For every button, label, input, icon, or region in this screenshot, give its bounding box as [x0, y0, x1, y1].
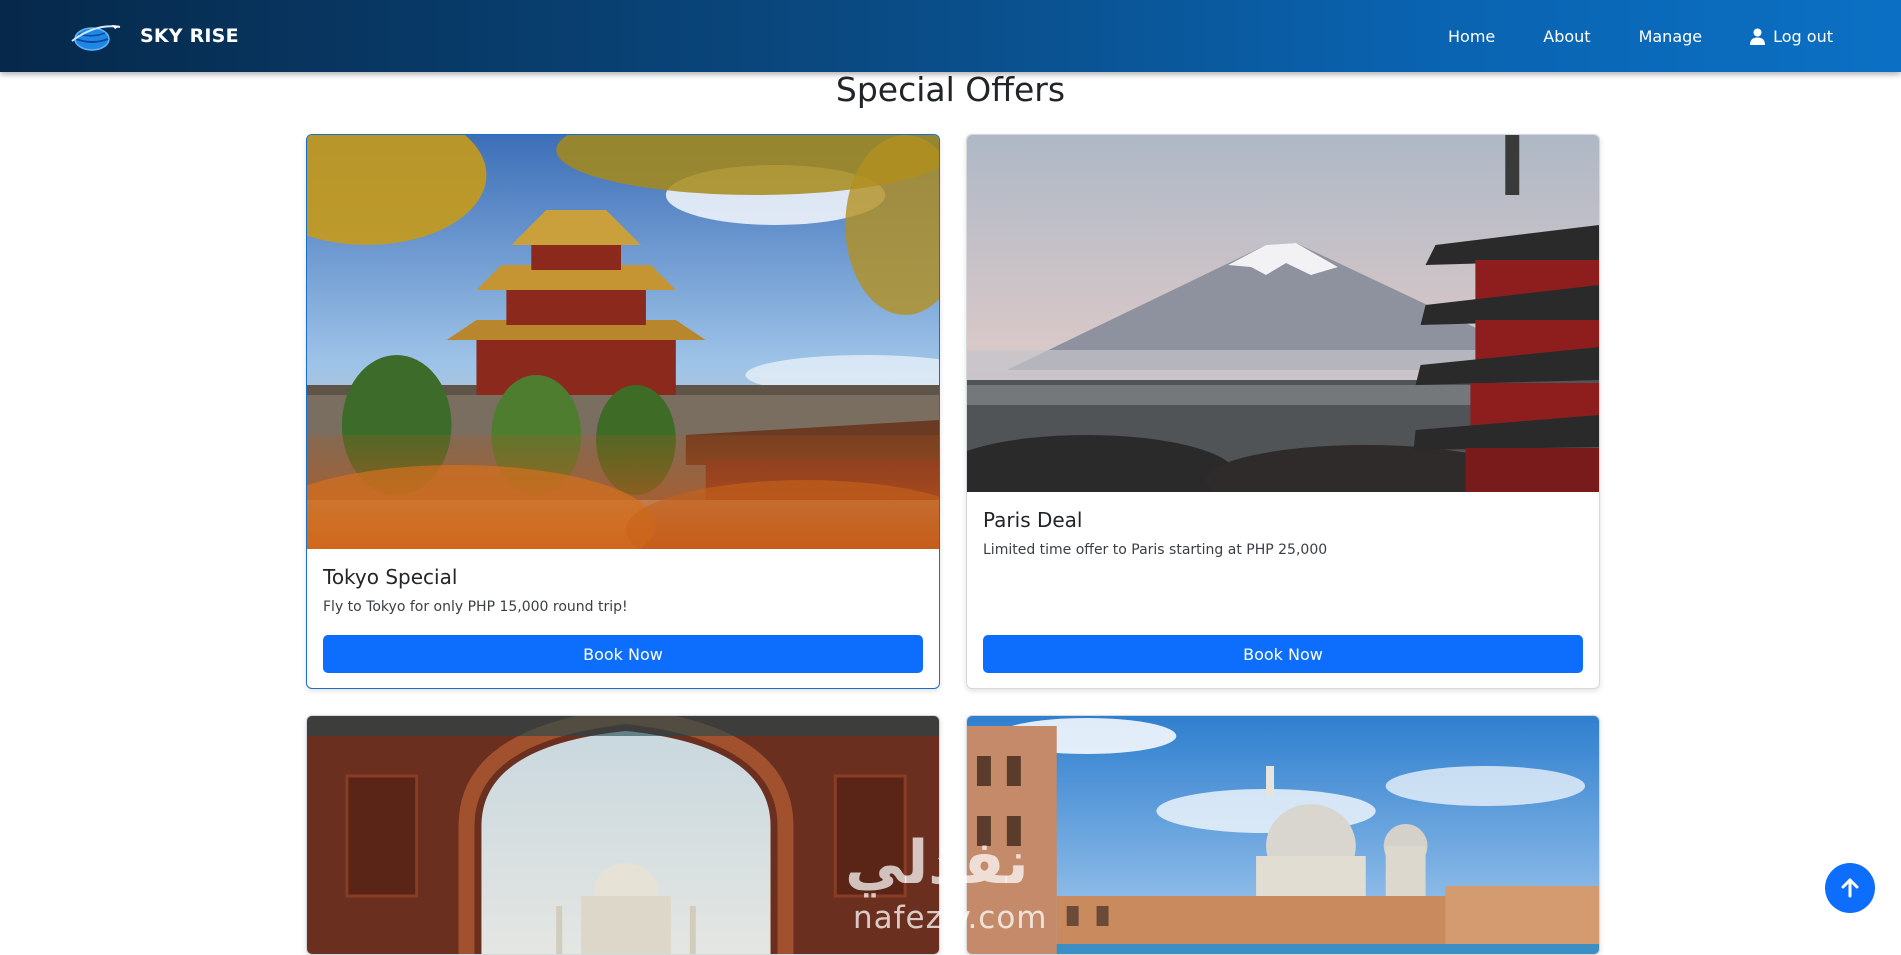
brand-name: SKY RISE	[140, 25, 239, 47]
offer-card-paris: Paris Deal Limited time offer to Paris s…	[966, 134, 1600, 689]
globe-plane-icon	[71, 25, 121, 51]
card-title: Tokyo Special	[323, 565, 458, 589]
forbidden-city-photo	[307, 135, 939, 549]
nav-manage-link[interactable]: Manage	[1639, 27, 1703, 46]
mount-fuji-photo	[967, 135, 1599, 492]
offer-card-tokyo: Tokyo Special Fly to Tokyo for only PHP …	[306, 134, 940, 689]
page-title: Special Offers	[835, 70, 1066, 109]
venice-photo	[967, 716, 1599, 954]
brand[interactable]: SKY RISE	[68, 18, 239, 54]
navbar: SKY RISE Home About Manage Log out	[0, 0, 1901, 72]
nav-links: Home About Manage Log out	[1448, 0, 1833, 72]
offer-card-taj-mahal	[306, 715, 940, 955]
arrow-up-icon	[1841, 878, 1859, 898]
back-to-top-button[interactable]	[1825, 863, 1875, 913]
user-icon	[1750, 28, 1766, 45]
nav-home-link[interactable]: Home	[1448, 27, 1495, 46]
card-text: Limited time offer to Paris starting at …	[983, 542, 1328, 558]
card-body: Paris Deal Limited time offer to Paris s…	[983, 508, 1583, 558]
card-title: Paris Deal	[983, 508, 1083, 532]
card-body: Tokyo Special Fly to Tokyo for only PHP …	[323, 565, 923, 615]
nav-about-link[interactable]: About	[1543, 27, 1590, 46]
book-now-button[interactable]: Book Now	[983, 635, 1583, 673]
nav-logout-link[interactable]: Log out	[1750, 27, 1833, 46]
taj-mahal-arch-photo	[307, 716, 939, 954]
logout-label: Log out	[1773, 26, 1833, 46]
book-now-button[interactable]: Book Now	[323, 635, 923, 673]
offer-card-venice	[966, 715, 1600, 955]
card-text: Fly to Tokyo for only PHP 15,000 round t…	[323, 599, 628, 615]
